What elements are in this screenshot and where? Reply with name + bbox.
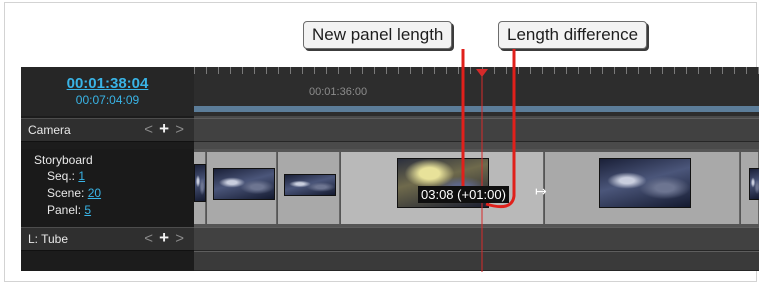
expand-right-icon[interactable]: > [175, 230, 185, 247]
expand-right-icon[interactable]: > [175, 121, 185, 138]
panel-thumbnail [599, 158, 691, 208]
empty-track [194, 251, 759, 271]
callout-new-panel-length-text: New panel length [312, 25, 444, 44]
sequence-label: Seq.: [47, 169, 76, 183]
callout-new-panel-length: New panel length [303, 21, 453, 49]
camera-track-controls: < + > [144, 119, 185, 139]
panel-thumbnail [749, 168, 759, 200]
scene-link[interactable]: 20 [88, 186, 101, 200]
resize-arrow-icon[interactable]: ↦ [535, 183, 547, 200]
play-range-bar[interactable] [194, 106, 759, 112]
ruler-ticks [194, 67, 759, 74]
callout-length-difference: Length difference [498, 21, 648, 49]
current-timecode[interactable]: 00:01:38:04 [21, 75, 194, 92]
panel-thumbnail [213, 168, 275, 200]
tube-track-header[interactable]: L: Tube < + > [21, 227, 194, 251]
sequence-row: Seq.: 1 [47, 169, 85, 183]
ruler-time-label: 00:01:36:00 [309, 86, 368, 98]
camera-track-label: Camera [28, 123, 71, 137]
panel-thumbnail [284, 174, 336, 196]
storyboard-panel[interactable] [741, 152, 759, 224]
storyboard-panel[interactable] [207, 152, 277, 224]
panel-link[interactable]: 5 [84, 203, 91, 217]
collapse-left-icon[interactable]: < [144, 230, 154, 247]
tube-track-label: L: Tube [28, 232, 69, 246]
storyboard-track-label: Storyboard [34, 153, 93, 167]
track-header-column: 00:01:38:04 00:07:04:09 Camera < + > Sto… [21, 67, 194, 271]
timecode-display: 00:01:38:04 00:07:04:09 [21, 67, 194, 116]
storyboard-panel[interactable] [194, 152, 206, 224]
panel-thumbnail [194, 164, 206, 202]
scene-row: Scene: 20 [47, 186, 101, 200]
tube-track[interactable] [194, 227, 759, 251]
sequence-link[interactable]: 1 [78, 169, 85, 183]
collapse-left-icon[interactable]: < [144, 121, 154, 138]
scene-label: Scene: [47, 186, 85, 200]
add-layer-button[interactable]: + [159, 228, 170, 247]
drag-length-tooltip: 03:08 (+01:00) [418, 186, 509, 203]
timeline-editor: 00:01:38:04 00:07:04:09 Camera < + > Sto… [21, 67, 759, 271]
panel-row: Panel: 5 [47, 203, 91, 217]
camera-track[interactable] [194, 118, 759, 142]
storyboard-panel[interactable] [545, 152, 740, 224]
time-ruler[interactable]: 00:01:36:00 [194, 67, 759, 116]
tube-track-controls: < + > [144, 228, 185, 248]
add-camera-button[interactable]: + [159, 119, 170, 138]
storyboard-track-header: Storyboard Seq.: 1 Scene: 20 Panel: 5 [21, 149, 194, 227]
total-duration: 00:07:04:09 [75, 93, 140, 107]
callout-length-difference-text: Length difference [507, 25, 639, 44]
storyboard-panel[interactable] [278, 152, 340, 224]
camera-track-header[interactable]: Camera < + > [21, 118, 194, 142]
panel-label: Panel: [47, 203, 82, 217]
